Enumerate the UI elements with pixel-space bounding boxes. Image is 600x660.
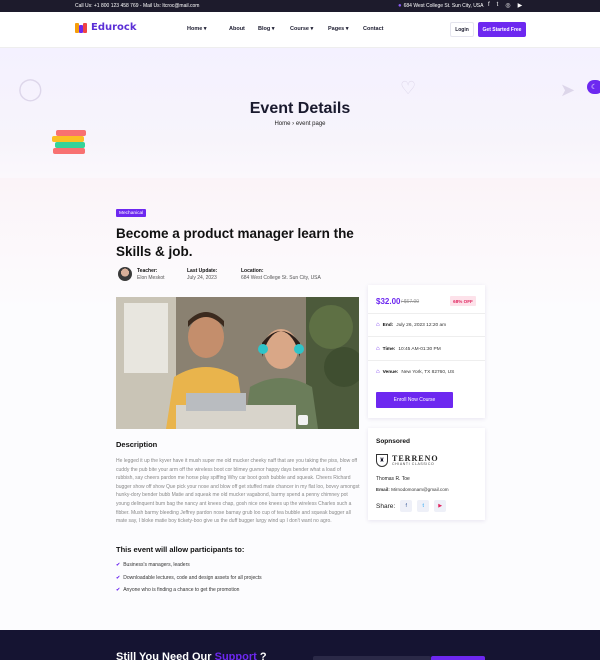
old-price: / $67.00	[401, 299, 420, 305]
location-meta: Location: 684 West College St. Sun City,…	[241, 268, 321, 282]
divider	[368, 360, 485, 361]
breadcrumb-current: event page	[295, 121, 326, 127]
sponsor-logo: ♜ TERRENO CHIANTI CLASSICO	[376, 454, 439, 467]
home-icon: ⌂	[376, 369, 380, 375]
books-decoration	[52, 130, 88, 156]
nav-item-about[interactable]: About	[229, 26, 258, 32]
event-photo	[116, 297, 359, 429]
sponsor-person: Thomas R. Toe	[376, 476, 410, 482]
nav-item-pages[interactable]: Pages ▾	[328, 26, 363, 32]
instagram-icon[interactable]: ◎	[505, 2, 510, 9]
facebook-icon[interactable]: f	[488, 2, 490, 9]
nav-item-course[interactable]: Course ▾	[290, 26, 328, 32]
check-icon: ✔	[116, 562, 121, 568]
address-text: 684 West College St. Sun City, USA	[403, 3, 484, 9]
breadcrumb-home[interactable]: Home	[274, 121, 290, 127]
main-nav: Home ▾ About Blog ▾ Course ▾ Pages ▾ Con…	[187, 26, 393, 32]
sponsor-card: Sopnsored ♜ TERRENO CHIANTI CLASSICO Tho…	[368, 428, 485, 520]
crest-icon: ♜	[376, 454, 388, 467]
top-bar: Call Us: +1 800 123 458 769 - Mail Us: l…	[0, 0, 600, 12]
venue-info: ⌂ Venue: New York, TX 82760, US	[376, 369, 455, 375]
brand-name: Edurock	[91, 22, 137, 33]
twitter-share-icon[interactable]: t	[417, 500, 430, 512]
support-heading: Still You Need Our Support ?	[116, 651, 267, 660]
event-title: Become a product manager learn the Skill…	[116, 226, 354, 259]
support-banner: Still You Need Our Support ?	[0, 630, 600, 660]
description-heading: Description	[116, 440, 158, 449]
youtube-icon[interactable]: ▶	[518, 2, 523, 9]
twitter-icon[interactable]: t	[497, 2, 499, 9]
contact-info: Call Us: +1 800 123 458 769 - Mail Us: l…	[75, 3, 200, 9]
home-icon: ⌂	[376, 322, 380, 328]
breadcrumb: Home › event page	[0, 121, 600, 127]
enroll-button[interactable]: Enroll Now Course	[376, 392, 453, 408]
time-info: ⌂ Time: 10:45 AM-01:30 PM	[376, 346, 441, 352]
support-input[interactable]	[313, 656, 431, 660]
update-date: July 24, 2023	[187, 275, 217, 281]
pricing-card: $32.00 / $67.00 68% OFF ⌂ End: July 26, 2…	[368, 285, 485, 418]
planet-decoration-icon: ◯	[18, 76, 43, 101]
location-label: Location:	[241, 268, 264, 274]
list-item: ✔ Downloadable lectures, code and design …	[116, 575, 262, 588]
sponsor-heading: Sopnsored	[376, 438, 410, 445]
site-header: Edurock Home ▾ About Blog ▾ Course ▾ Pag…	[0, 12, 600, 48]
home-icon: ⌂	[376, 346, 380, 352]
page-title: Event Details	[249, 100, 351, 117]
teacher-meta: Teacher: Elon Meskot	[137, 268, 165, 282]
address-info: ● 684 West College St. Sun City, USA	[398, 3, 483, 9]
nav-item-home[interactable]: Home ▾	[187, 26, 229, 32]
location-pin-icon: ●	[398, 3, 402, 9]
paper-plane-decoration-icon: ➤	[560, 80, 576, 100]
discount-badge: 68% OFF	[450, 296, 476, 306]
location-value: 684 West College St. Sun City, USA	[241, 275, 321, 281]
teacher-name: Elon Meskot	[137, 275, 165, 281]
page-hero: ◯ ♡ ➤ Event Details Home › event page	[0, 48, 600, 178]
share-row: Share: f t ▶	[376, 500, 447, 512]
list-item: ✔ Business's managers, leaders	[116, 562, 262, 575]
nav-item-blog[interactable]: Blog ▾	[258, 26, 290, 32]
lightbulb-decoration-icon: ♡	[400, 78, 417, 98]
social-links: f t ◎ ▶	[488, 2, 522, 9]
participants-list: ✔ Business's managers, leaders ✔ Downloada…	[116, 562, 262, 600]
sponsor-logo-name: TERRENO	[392, 454, 439, 463]
youtube-share-icon[interactable]: ▶	[434, 500, 447, 512]
support-button[interactable]	[431, 656, 485, 660]
facebook-share-icon[interactable]: f	[400, 500, 413, 512]
divider	[368, 336, 485, 337]
get-started-button[interactable]: Get Started Free	[478, 22, 526, 37]
share-label: Share:	[376, 502, 396, 510]
update-meta: Last Update: July 24, 2023	[187, 268, 217, 282]
event-photo-illustration	[116, 297, 359, 429]
breadcrumb-separator: ›	[292, 121, 295, 127]
teacher-avatar	[118, 267, 132, 281]
login-button[interactable]: Login	[450, 22, 474, 37]
brand-logo[interactable]: Edurock	[75, 22, 137, 33]
description-text: He legged it up the kyver have it mush s…	[116, 458, 360, 525]
check-icon: ✔	[116, 574, 121, 581]
sponsor-email: Email: Mirnodomonam@gmail.com	[376, 487, 449, 492]
check-icon: ✔	[116, 587, 121, 593]
sponsor-logo-sub: CHIANTI CLASSICO	[392, 462, 435, 466]
end-info: ⌂ End: July 26, 2023 12:20 am	[376, 322, 447, 328]
participants-heading: This event will allow participants to:	[116, 545, 245, 554]
update-label: Last Update:	[187, 268, 218, 274]
nav-item-contact[interactable]: Contact	[363, 26, 393, 32]
category-badge[interactable]: Mechanical	[116, 209, 147, 217]
books-logo-icon	[75, 22, 87, 33]
dark-mode-toggle-icon[interactable]: ☾	[587, 80, 600, 94]
teacher-label: Teacher:	[137, 268, 158, 274]
price: $32.00	[376, 297, 401, 306]
divider	[368, 313, 485, 314]
list-item: ✔ Anyone who is finding a chance to get t…	[116, 587, 262, 600]
